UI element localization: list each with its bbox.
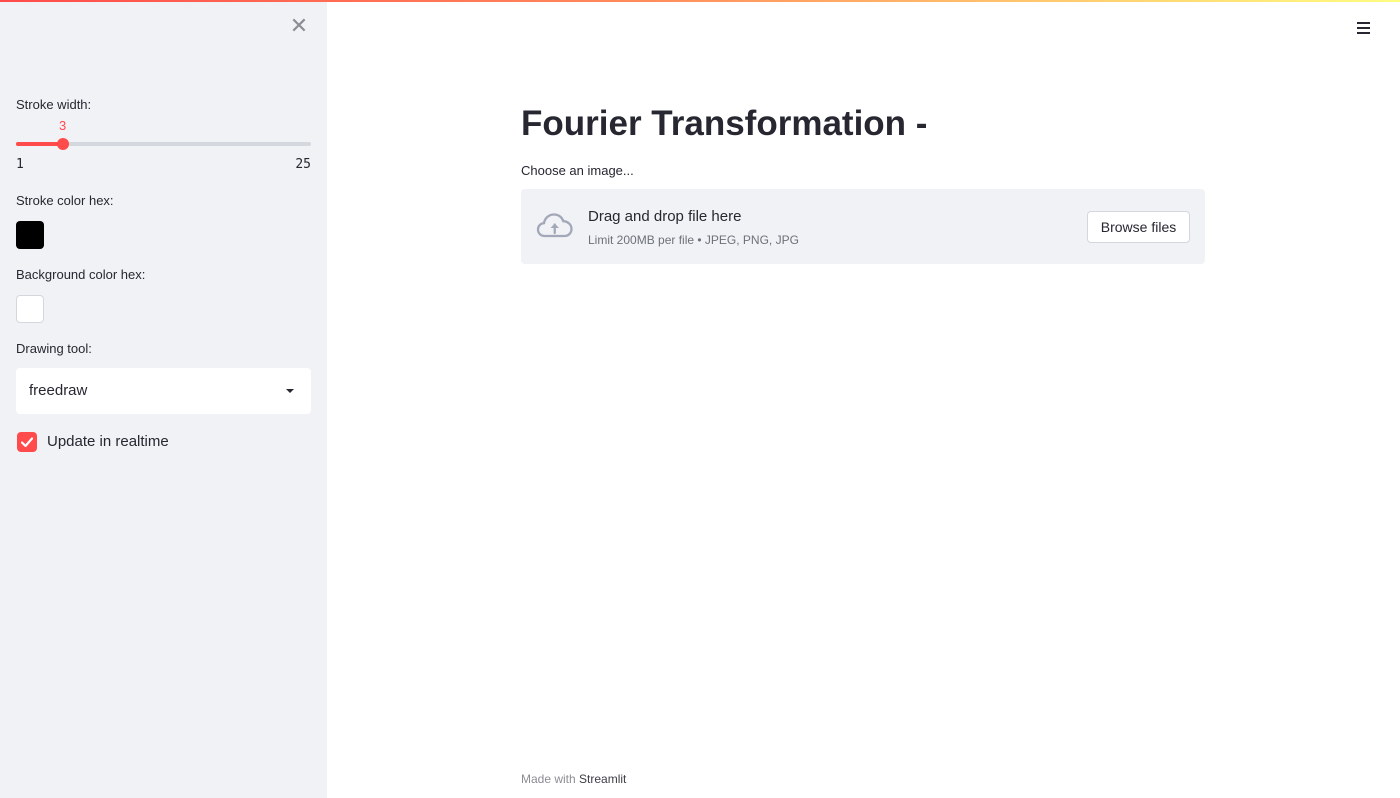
slider-thumb[interactable] [56, 138, 69, 150]
close-icon: ✕ [289, 13, 309, 38]
checkbox-checked-icon[interactable] [17, 432, 37, 452]
close-sidebar-button[interactable]: ✕ [289, 13, 309, 38]
page-title: Fourier Transformation - [521, 104, 928, 143]
cloud-upload-icon [536, 213, 573, 238]
stroke-color-label: Stroke color hex: [16, 193, 114, 208]
stroke-width-slider[interactable]: 3 1 25 [16, 118, 311, 174]
dropzone-limit-text: Limit 200MB per file • JPEG, PNG, JPG [588, 233, 799, 247]
main-menu-button[interactable] [1356, 20, 1372, 36]
drawing-tool-value: freedraw [29, 382, 88, 399]
browse-files-button[interactable]: Browse files [1087, 211, 1190, 243]
drawing-tool-select[interactable]: freedraw [16, 368, 311, 414]
slider-max-label: 25 [295, 157, 311, 172]
streamlit-link[interactable]: Streamlit [579, 772, 626, 786]
footer: Made with Streamlit [521, 772, 626, 786]
background-color-label: Background color hex: [16, 267, 146, 282]
slider-current-value: 3 [58, 118, 67, 133]
slider-min-label: 1 [16, 157, 24, 172]
slider-fill [16, 142, 63, 146]
caret-down-icon [286, 389, 294, 393]
update-realtime-label: Update in realtime [47, 433, 169, 450]
dropzone-instructions: Drag and drop file here [588, 208, 742, 225]
footer-prefix: Made with [521, 772, 576, 786]
file-dropzone[interactable]: Drag and drop file here Limit 200MB per … [521, 189, 1205, 264]
drawing-tool-label: Drawing tool: [16, 341, 92, 356]
hamburger-menu-icon [1357, 22, 1370, 24]
top-decoration-bar [0, 0, 1400, 2]
stroke-width-label: Stroke width: [16, 97, 92, 112]
file-uploader-label: Choose an image... [521, 163, 634, 178]
background-color-picker[interactable] [16, 295, 44, 323]
sidebar: ✕ Stroke width: 3 1 25 Stroke color hex:… [0, 0, 327, 798]
stroke-color-picker[interactable] [16, 221, 44, 249]
